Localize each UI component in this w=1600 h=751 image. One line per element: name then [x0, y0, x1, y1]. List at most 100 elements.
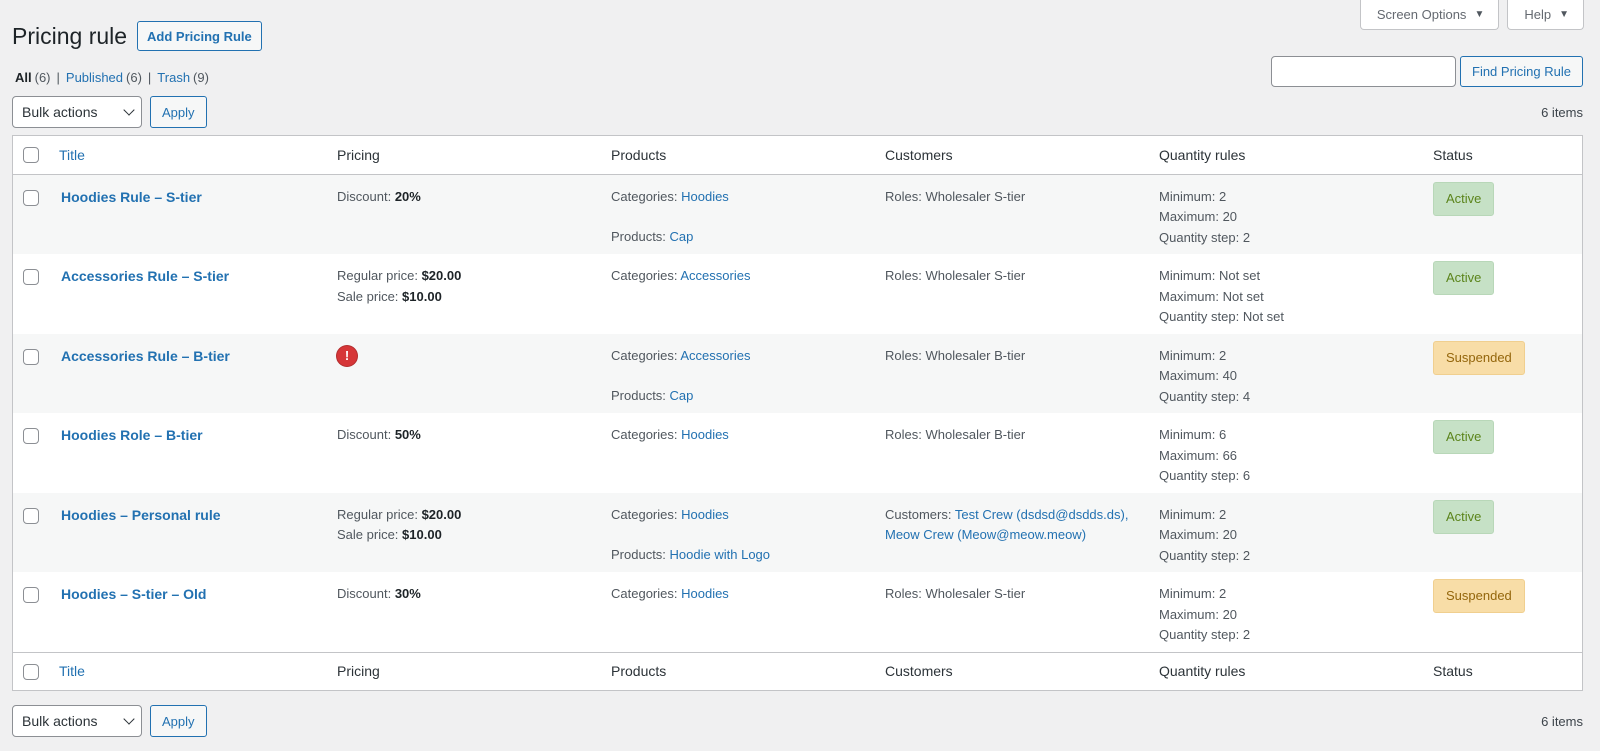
table-row: Accessories Rule – B-tier ! Categories: … — [13, 333, 1582, 414]
product-link[interactable]: Hoodie with Logo — [670, 547, 770, 562]
row-checkbox[interactable] — [23, 189, 39, 206]
max-value: 20 — [1222, 527, 1238, 542]
products-cell: Categories: Accessories Products: Cap — [601, 334, 875, 414]
step-value: Not set — [1242, 309, 1285, 324]
help-button[interactable]: Help ▼ — [1507, 0, 1584, 30]
tablenav-bottom: Bulk actions Apply 6 items — [12, 705, 1583, 737]
screen-meta-links: Screen Options ▼ Help ▼ — [1359, 0, 1584, 30]
regular-price-value: $20.00 — [421, 506, 462, 522]
row-checkbox-cell — [13, 413, 49, 493]
view-separator: | — [56, 70, 60, 85]
pricing-cell: Discount: 20% — [327, 174, 601, 254]
select-all-cell — [13, 136, 49, 174]
product-link[interactable]: Cap — [670, 229, 694, 244]
min-label: Minimum: — [1159, 188, 1216, 204]
status-views: All (6) | Published (6) | Trash (9) — [15, 70, 209, 85]
view-trash-label[interactable]: Trash — [157, 70, 190, 85]
min-value: 6 — [1218, 427, 1227, 442]
table-header-row: Title Pricing Products Customers Quantit… — [13, 136, 1582, 174]
category-link[interactable]: Hoodies — [681, 507, 729, 522]
status-cell: Active — [1423, 174, 1582, 254]
category-link[interactable]: Hoodies — [681, 189, 729, 204]
bulk-actions-label: Bulk actions — [22, 104, 98, 120]
category-link[interactable]: Accessories — [680, 268, 750, 283]
table-row: Accessories Rule – S-tier Regular price:… — [13, 254, 1582, 334]
bulk-actions-select[interactable]: Bulk actions — [12, 705, 142, 737]
category-link[interactable]: Hoodies — [681, 586, 729, 601]
customer-link[interactable]: Test Crew (dsdsd@dsdds.ds), — [955, 507, 1129, 522]
search-input[interactable] — [1271, 56, 1456, 87]
column-pricing: Pricing — [337, 146, 380, 163]
products-cell: Categories: Hoodies — [601, 413, 875, 493]
row-title-link[interactable]: Hoodies – S-tier – Old — [61, 586, 206, 602]
row-checkbox[interactable] — [23, 348, 39, 365]
status-cell: Suspended — [1423, 334, 1582, 414]
status-cell: Active — [1423, 254, 1582, 334]
apply-button[interactable]: Apply — [150, 96, 207, 128]
row-title-link[interactable]: Hoodies Rule – S-tier — [61, 189, 202, 205]
status-badge: Suspended — [1433, 340, 1525, 375]
column-status: Status — [1433, 663, 1473, 680]
max-value: 20 — [1222, 606, 1238, 622]
view-published-label[interactable]: Published — [66, 70, 123, 85]
row-checkbox-cell — [13, 254, 49, 334]
view-published-count: (6) — [126, 70, 142, 85]
row-checkbox-cell — [13, 174, 49, 254]
select-all-checkbox[interactable] — [23, 147, 39, 164]
category-link[interactable]: Hoodies — [681, 427, 729, 442]
step-label: Quantity step: — [1159, 388, 1240, 404]
sort-title-link[interactable]: Title — [59, 663, 85, 679]
row-checkbox[interactable] — [23, 428, 39, 445]
status-badge: Active — [1433, 420, 1495, 454]
row-title-link[interactable]: Hoodies Role – B-tier — [61, 427, 203, 443]
row-checkbox-cell — [13, 334, 49, 414]
customer-link[interactable]: Meow Crew (Meow@meow.meow) — [885, 527, 1086, 542]
pricing-cell: Discount: 30% — [327, 572, 601, 652]
roles-value: Wholesaler S-tier — [925, 188, 1026, 204]
sort-title-link[interactable]: Title — [59, 147, 85, 163]
sale-price-label: Sale price: — [337, 527, 399, 542]
pricing-rules-table: Title Pricing Products Customers Quantit… — [12, 135, 1583, 691]
status-badge: Active — [1433, 261, 1495, 295]
roles-value: Wholesaler B-tier — [925, 347, 1026, 363]
search-box: Find Pricing Rule — [1271, 56, 1583, 87]
quantity-cell: Minimum: 2 Maximum: 20 Quantity step: 2 — [1149, 572, 1423, 652]
products-label: Products: — [611, 229, 666, 244]
screen-options-label: Screen Options — [1376, 7, 1467, 22]
exclamation-icon[interactable]: ! — [337, 345, 357, 366]
find-pricing-rule-button[interactable]: Find Pricing Rule — [1460, 56, 1583, 87]
sale-price-value: $10.00 — [402, 288, 442, 304]
select-all-checkbox[interactable] — [23, 663, 39, 680]
bulk-actions-select[interactable]: Bulk actions — [12, 96, 142, 128]
status-badge: Active — [1433, 499, 1495, 534]
max-label: Maximum: — [1159, 527, 1219, 542]
column-title: Title — [49, 136, 327, 174]
min-label: Minimum: — [1159, 427, 1216, 442]
row-checkbox[interactable] — [23, 269, 39, 286]
quantity-cell: Minimum: 2 Maximum: 40 Quantity step: 4 — [1149, 334, 1423, 414]
pricing-cell: Discount: 50% — [327, 413, 601, 493]
step-value: 2 — [1242, 229, 1251, 245]
step-value: 6 — [1242, 468, 1251, 483]
categories-label: Categories: — [611, 586, 678, 601]
apply-button[interactable]: Apply — [150, 705, 207, 737]
products-cell: Categories: Hoodies — [601, 572, 875, 652]
view-published[interactable]: Published (6) — [66, 70, 142, 85]
row-title-link[interactable]: Accessories Rule – B-tier — [61, 348, 230, 364]
product-link[interactable]: Cap — [670, 388, 694, 403]
row-title-link[interactable]: Hoodies – Personal rule — [61, 507, 221, 523]
row-checkbox[interactable] — [23, 507, 39, 524]
customers-cell: Roles: Wholesaler S-tier — [875, 572, 1149, 652]
add-pricing-rule-button[interactable]: Add Pricing Rule — [137, 21, 262, 51]
screen-options-button[interactable]: Screen Options ▼ — [1359, 0, 1500, 30]
roles-label: Roles: — [885, 268, 922, 283]
roles-label: Roles: — [885, 188, 922, 204]
quantity-cell: Minimum: 6 Maximum: 66 Quantity step: 6 — [1149, 413, 1423, 493]
row-checkbox[interactable] — [23, 587, 39, 604]
view-trash[interactable]: Trash (9) — [157, 70, 209, 85]
min-label: Minimum: — [1159, 586, 1216, 601]
category-link[interactable]: Accessories — [680, 348, 750, 363]
row-title-cell: Hoodies – S-tier – Old — [49, 572, 327, 652]
view-all[interactable]: All (6) — [15, 70, 51, 85]
row-title-link[interactable]: Accessories Rule – S-tier — [61, 268, 229, 284]
